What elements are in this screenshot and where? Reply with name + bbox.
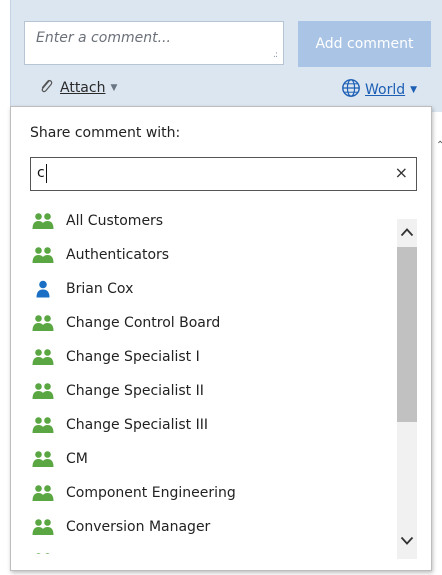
- list-item-label: Change Control Board: [66, 315, 221, 331]
- group-icon: [32, 347, 56, 367]
- add-comment-button[interactable]: Add comment: [298, 21, 431, 67]
- text-cursor: [46, 164, 47, 183]
- list-item[interactable]: Component Engineering: [30, 476, 390, 510]
- clear-filter-button[interactable]: ×: [395, 163, 408, 182]
- list-item-label: All Customers: [66, 213, 164, 229]
- list-item[interactable]: Change Specialist I: [30, 340, 390, 374]
- share-popup: Share comment with: c × All Customers Au…: [10, 106, 432, 571]
- group-icon: [32, 245, 56, 265]
- share-target-list: All Customers Authenticators Brian Cox C…: [30, 204, 400, 554]
- list-item-label: Change Specialist III: [66, 417, 209, 433]
- list-item-label: Brian Cox: [66, 281, 134, 297]
- list-item-label: Change Specialist II: [66, 383, 204, 399]
- chevron-down-icon: ▼: [410, 85, 418, 95]
- visibility-label: World: [365, 82, 406, 98]
- group-icon: [32, 313, 56, 333]
- group-icon: [32, 211, 56, 231]
- visibility-dropdown[interactable]: World ▼: [341, 78, 417, 102]
- list-item[interactable]: All Customers: [30, 204, 390, 238]
- list-item[interactable]: Conversion Manager: [30, 510, 390, 544]
- group-icon: [32, 517, 56, 537]
- globe-icon: [341, 78, 361, 102]
- popup-title: Share comment with:: [30, 125, 181, 141]
- attach-label: Attach: [60, 80, 106, 96]
- list-item-label: Authenticators: [66, 247, 170, 263]
- attach-dropdown[interactable]: Attach ▼: [38, 78, 117, 98]
- list-item-partial: [30, 544, 390, 554]
- group-icon: [32, 551, 56, 554]
- resize-grip-icon[interactable]: .:: [273, 50, 278, 60]
- list-item[interactable]: Change Control Board: [30, 306, 390, 340]
- scroll-thumb[interactable]: [397, 247, 417, 422]
- filter-value: c: [37, 165, 45, 181]
- list-item-label: CM: [66, 451, 88, 467]
- list-item-label: Conversion Manager: [66, 519, 211, 535]
- comment-widget: Enter a comment... .: Add comment Attach…: [0, 0, 442, 575]
- edge-chevron-icon: ⌃: [436, 140, 442, 151]
- list-item[interactable]: CM: [30, 442, 390, 476]
- group-icon: [32, 381, 56, 401]
- list-scrollbar[interactable]: [397, 219, 417, 559]
- chevron-down-icon: ▼: [110, 83, 118, 93]
- paperclip-icon: [38, 78, 54, 98]
- list-item[interactable]: Change Specialist II: [30, 374, 390, 408]
- scroll-down-button[interactable]: [397, 529, 417, 553]
- list-item-label: Change Specialist I: [66, 349, 200, 365]
- scroll-up-button[interactable]: [397, 219, 417, 245]
- group-icon: [32, 449, 56, 469]
- group-icon: [32, 483, 56, 503]
- list-item-label: Component Engineering: [66, 485, 236, 501]
- comment-input-placeholder: Enter a comment...: [36, 30, 171, 46]
- comment-input[interactable]: Enter a comment... .:: [24, 21, 284, 65]
- list-item[interactable]: Change Specialist III: [30, 408, 390, 442]
- group-icon: [32, 415, 56, 435]
- list-item[interactable]: Authenticators: [30, 238, 390, 272]
- share-filter-input[interactable]: c ×: [30, 157, 417, 191]
- user-icon: [32, 279, 56, 299]
- list-item[interactable]: Brian Cox: [30, 272, 390, 306]
